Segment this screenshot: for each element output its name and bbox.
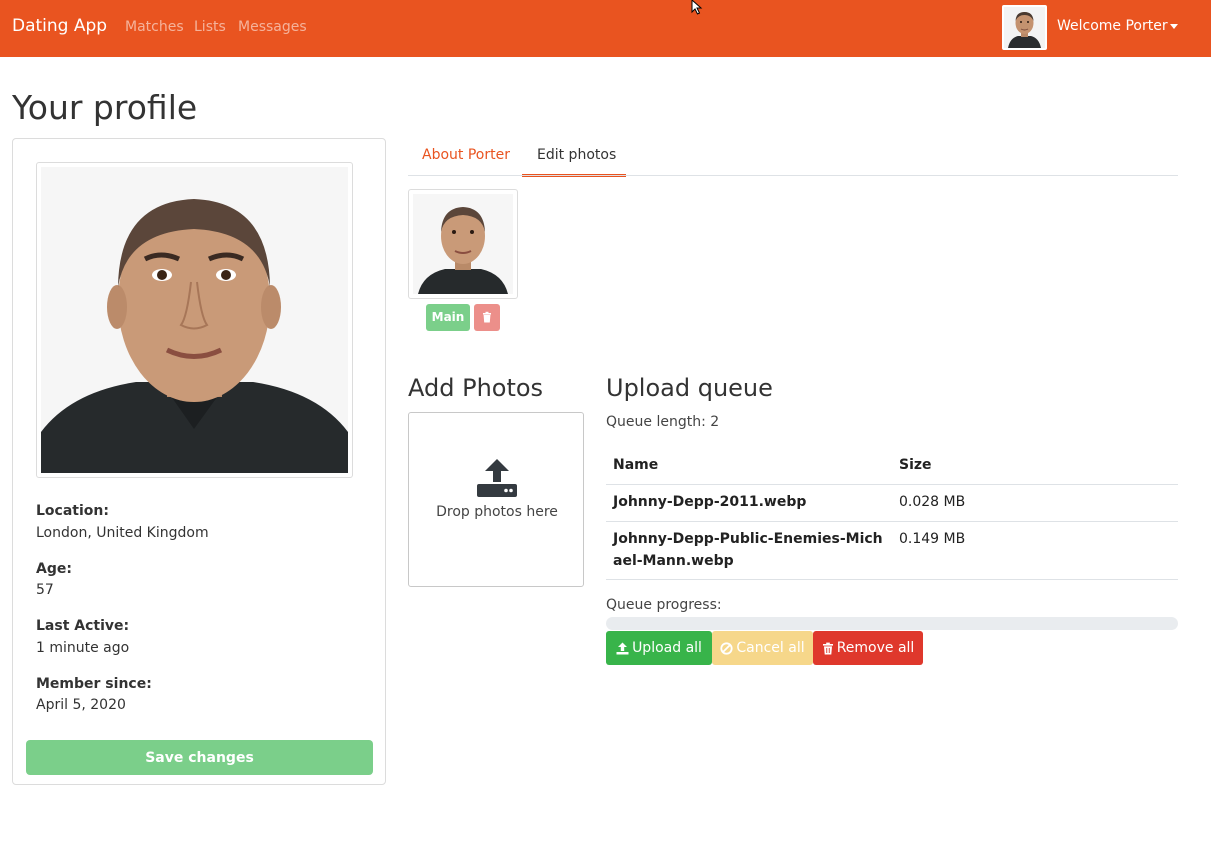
location-label: Location: <box>36 503 109 519</box>
upload-all-label: Upload all <box>632 640 702 656</box>
tabs-divider <box>408 175 1178 176</box>
cancel-all-button[interactable]: Cancel all <box>712 631 813 665</box>
add-photos-heading: Add Photos <box>408 374 544 402</box>
avatar[interactable] <box>1002 5 1047 50</box>
user-menu-toggle[interactable]: Welcome Porter <box>1057 18 1168 34</box>
remove-all-button[interactable]: Remove all <box>813 631 923 665</box>
set-main-button[interactable]: Main <box>426 304 470 331</box>
last-active-value: 1 minute ago <box>36 640 130 656</box>
nav-link-messages[interactable]: Messages <box>238 19 307 35</box>
ban-icon <box>720 641 733 655</box>
profile-photo <box>36 162 353 478</box>
trash-icon <box>822 642 833 654</box>
table-divider <box>606 579 1178 580</box>
nav-link-lists[interactable]: Lists <box>194 19 226 35</box>
table-divider <box>606 484 1178 485</box>
member-since-label: Member since: <box>36 676 152 692</box>
queue-file-size: 0.149 MB <box>899 531 966 547</box>
column-header-name: Name <box>613 457 659 473</box>
column-header-size: Size <box>899 457 932 473</box>
brand-link[interactable]: Dating App <box>12 16 107 36</box>
queue-file-name: Johnny-Depp-2011.webp <box>613 494 807 510</box>
save-changes-button[interactable]: Save changes <box>26 740 373 775</box>
tab-about[interactable]: About Porter <box>422 147 510 163</box>
navbar: Dating App Matches Lists Messages Welcom… <box>0 0 1211 57</box>
dropzone-text: Drop photos here <box>436 504 558 520</box>
cancel-all-label: Cancel all <box>736 640 805 656</box>
profile-portrait-image <box>41 167 348 473</box>
photo-thumbnail <box>408 189 518 299</box>
user-photo-icon <box>1004 7 1045 48</box>
table-divider <box>606 521 1178 522</box>
queue-file-size: 0.028 MB <box>899 494 966 510</box>
nav-link-matches[interactable]: Matches <box>125 19 184 35</box>
location-value: London, United Kingdom <box>36 525 209 541</box>
delete-photo-button[interactable] <box>474 304 500 331</box>
profile-card: Location: London, United Kingdom Age: 57… <box>12 138 386 785</box>
upload-icon <box>477 459 517 497</box>
tab-edit-photos[interactable]: Edit photos <box>537 147 616 163</box>
queue-length: Queue length: 2 <box>606 414 720 430</box>
last-active-label: Last Active: <box>36 618 130 634</box>
chevron-down-icon <box>1170 24 1178 29</box>
photo-dropzone[interactable]: Drop photos here <box>408 412 584 587</box>
queue-file-name: Johnny-Depp-Public-Enemies-Michael-Mann.… <box>613 531 883 569</box>
remove-all-label: Remove all <box>836 640 915 656</box>
trash-icon <box>483 311 491 323</box>
page-title: Your profile <box>12 88 198 127</box>
queue-progress-label: Queue progress: <box>606 597 722 613</box>
upload-queue-heading: Upload queue <box>606 374 773 402</box>
queue-progress-bar <box>606 617 1178 630</box>
age-label: Age: <box>36 561 72 577</box>
upload-icon <box>616 642 629 654</box>
upload-all-button[interactable]: Upload all <box>606 631 712 665</box>
thumbnail-image <box>413 194 513 294</box>
member-since-value: April 5, 2020 <box>36 697 126 713</box>
mouse-cursor-icon <box>691 0 703 15</box>
age-value: 57 <box>36 582 54 598</box>
